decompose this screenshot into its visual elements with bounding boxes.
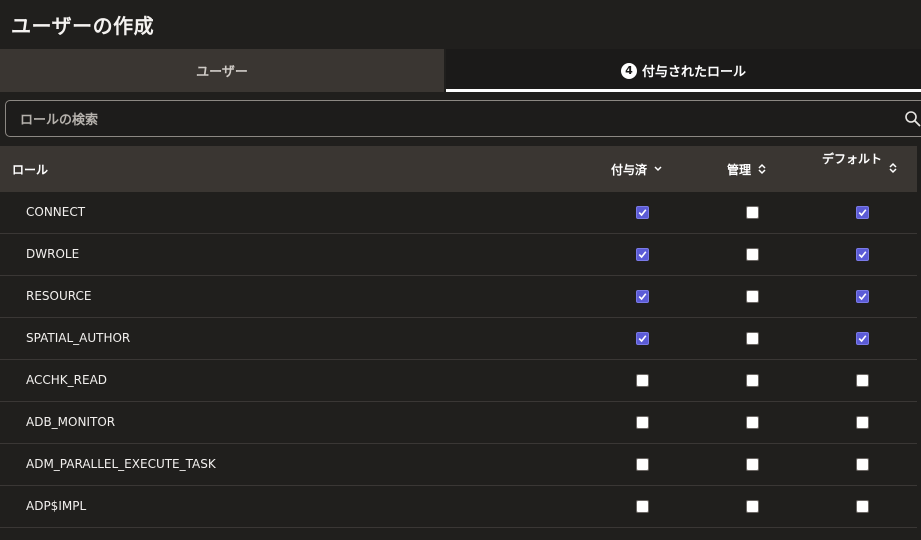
sort-icon[interactable] <box>757 163 767 175</box>
admin-checkbox[interactable] <box>746 248 759 261</box>
tab-users-label: ユーザー <box>196 65 248 80</box>
page-title: ユーザーの作成 <box>11 14 155 38</box>
roles-table-body: CONNECT DWROLE RESOURCE SPATIAL_AUTHOR ACCHK… <box>0 192 917 528</box>
admin-checkbox[interactable] <box>746 206 759 219</box>
role-name: ADB_MONITOR <box>26 415 116 429</box>
default-checkbox[interactable] <box>856 290 869 303</box>
tab-granted-roles-label: 付与されたロール <box>641 65 746 80</box>
granted-checkbox[interactable] <box>636 374 649 387</box>
column-header-role: ロール <box>12 162 49 177</box>
table-row[interactable]: ADB_MONITOR <box>0 402 917 444</box>
default-checkbox[interactable] <box>856 500 869 513</box>
role-search-box[interactable] <box>5 100 921 137</box>
role-name: DWROLE <box>26 247 80 261</box>
default-checkbox[interactable] <box>856 206 869 219</box>
granted-checkbox[interactable] <box>636 332 649 345</box>
active-tab-indicator <box>446 89 921 92</box>
admin-checkbox[interactable] <box>746 458 759 471</box>
search-icon[interactable] <box>904 110 921 128</box>
granted-roles-count-badge: 4 <box>620 62 637 79</box>
granted-checkbox[interactable] <box>636 206 649 219</box>
sort-descending-icon[interactable] <box>653 163 663 175</box>
sort-icon[interactable] <box>888 162 898 174</box>
column-header-granted[interactable]: 付与済 <box>611 146 663 192</box>
default-checkbox[interactable] <box>856 374 869 387</box>
tab-granted-roles[interactable]: 4 付与されたロール <box>446 49 921 92</box>
default-checkbox[interactable] <box>856 248 869 261</box>
role-name: RESOURCE <box>26 289 92 303</box>
role-name: SPATIAL_AUTHOR <box>26 331 131 345</box>
admin-checkbox[interactable] <box>746 374 759 387</box>
column-header-admin[interactable]: 管理 <box>727 146 767 192</box>
granted-checkbox[interactable] <box>636 416 649 429</box>
granted-checkbox[interactable] <box>636 458 649 471</box>
admin-checkbox[interactable] <box>746 332 759 345</box>
scrollbar-track[interactable] <box>917 146 921 540</box>
table-row[interactable]: ADM_PARALLEL_EXECUTE_TASK <box>0 444 917 486</box>
role-name: ACCHK_READ <box>26 373 108 387</box>
granted-checkbox[interactable] <box>636 290 649 303</box>
tab-users[interactable]: ユーザー <box>0 49 444 92</box>
table-row[interactable]: DWROLE <box>0 234 917 276</box>
role-name: ADP$IMPL <box>26 499 87 513</box>
admin-checkbox[interactable] <box>746 500 759 513</box>
roles-table-header: ロール 付与済 管理 デフォルト <box>0 146 917 192</box>
table-row[interactable]: RESOURCE <box>0 276 917 318</box>
granted-checkbox[interactable] <box>636 500 649 513</box>
column-header-default[interactable]: デフォルト <box>822 152 882 166</box>
role-name: ADM_PARALLEL_EXECUTE_TASK <box>26 457 216 471</box>
default-checkbox[interactable] <box>856 332 869 345</box>
role-name: CONNECT <box>26 205 86 219</box>
role-search-input[interactable] <box>18 109 882 131</box>
table-row[interactable]: SPATIAL_AUTHOR <box>0 318 917 360</box>
dialog-header: ユーザーの作成 <box>0 0 921 48</box>
tab-bar: ユーザー 4 付与されたロール <box>0 49 921 92</box>
table-row[interactable]: ACCHK_READ <box>0 360 917 402</box>
admin-checkbox[interactable] <box>746 290 759 303</box>
default-checkbox[interactable] <box>856 458 869 471</box>
admin-checkbox[interactable] <box>746 416 759 429</box>
table-row[interactable]: CONNECT <box>0 192 917 234</box>
granted-checkbox[interactable] <box>636 248 649 261</box>
default-checkbox[interactable] <box>856 416 869 429</box>
table-row[interactable]: ADP$IMPL <box>0 486 917 528</box>
